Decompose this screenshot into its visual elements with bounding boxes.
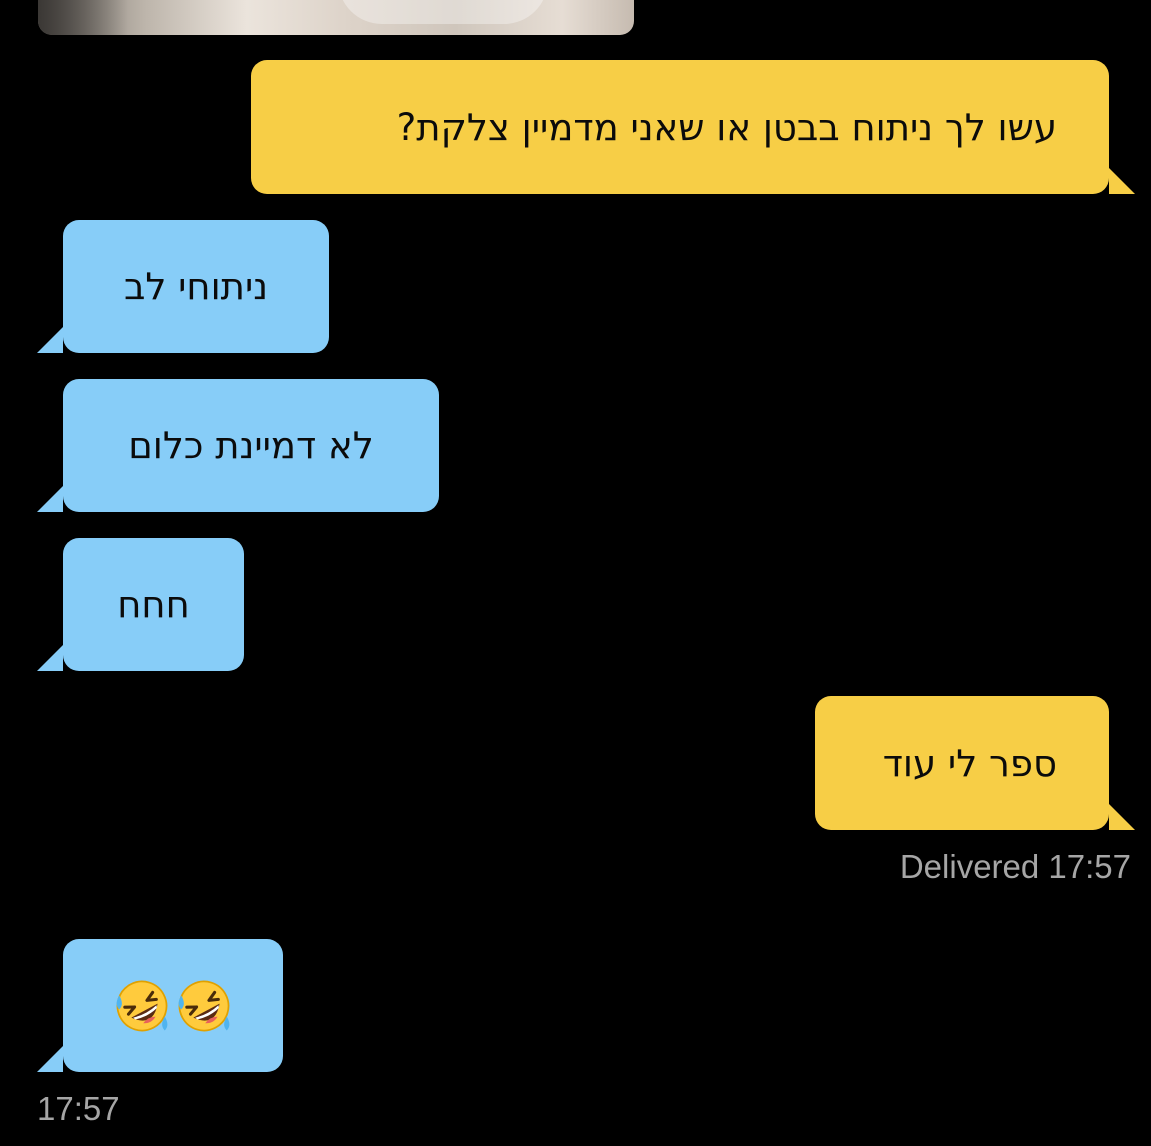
message-bubble-incoming[interactable]: לא דמיינת כלום (37, 379, 439, 512)
message-bubble-incoming[interactable]: ניתוחי לב (37, 220, 329, 353)
bubble-tail (37, 1046, 63, 1072)
bubble-tail (37, 327, 63, 353)
message-text: ניתוחי לב (123, 265, 269, 308)
bubble-tail (1109, 168, 1135, 194)
message-text: חחח (117, 583, 190, 626)
message-text: עשו לך ניתוח בבטן או שאני מדמיין צלקת? (396, 105, 1057, 149)
bubble-tail (37, 486, 63, 512)
rolling-on-floor-laughing-icon (116, 980, 168, 1031)
bubble-tail (1109, 804, 1135, 830)
message-timestamp: 17:57 (37, 1090, 120, 1127)
photo-detail (338, 0, 548, 24)
message-bubble-outgoing[interactable]: עשו לך ניתוח בבטן או שאני מדמיין צלקת? (251, 60, 1135, 194)
shared-photo[interactable] (38, 0, 634, 35)
rolling-on-floor-laughing-icon (178, 980, 230, 1031)
bubble-tail (37, 645, 63, 671)
message-bubble-incoming[interactable]: חחח (37, 538, 244, 671)
message-bubble-outgoing[interactable]: ספר לי עוד (815, 696, 1135, 830)
delivered-status: Delivered 17:57 (899, 848, 1131, 885)
photo-shadow (38, 0, 128, 35)
message-text: לא דמיינת כלום (128, 424, 374, 467)
message-text: ספר לי עוד (882, 741, 1057, 785)
emoji-row (111, 978, 235, 1034)
message-bubble-incoming[interactable] (37, 939, 283, 1072)
